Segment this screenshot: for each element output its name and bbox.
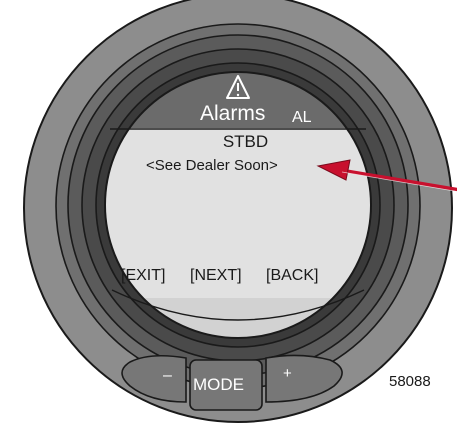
alarm-header-code: AL	[292, 109, 312, 126]
alarm-message: <See Dealer Soon>	[146, 157, 278, 174]
plus-button[interactable]	[266, 355, 346, 402]
alarm-header-title: Alarms	[200, 102, 266, 125]
softkey-back[interactable]: [BACK]	[266, 268, 318, 284]
engine-label: STBD	[0, 133, 457, 150]
figure-code: 58088	[389, 373, 431, 390]
minus-button[interactable]	[120, 355, 186, 402]
softkey-exit[interactable]: [EXIT]	[121, 268, 165, 284]
mode-button-label: MODE	[193, 375, 244, 394]
engine-label-text: STBD	[222, 132, 269, 151]
softkey-next[interactable]: [NEXT]	[190, 268, 242, 284]
plus-button-label: +	[283, 365, 292, 382]
minus-button-label: –	[163, 367, 172, 384]
